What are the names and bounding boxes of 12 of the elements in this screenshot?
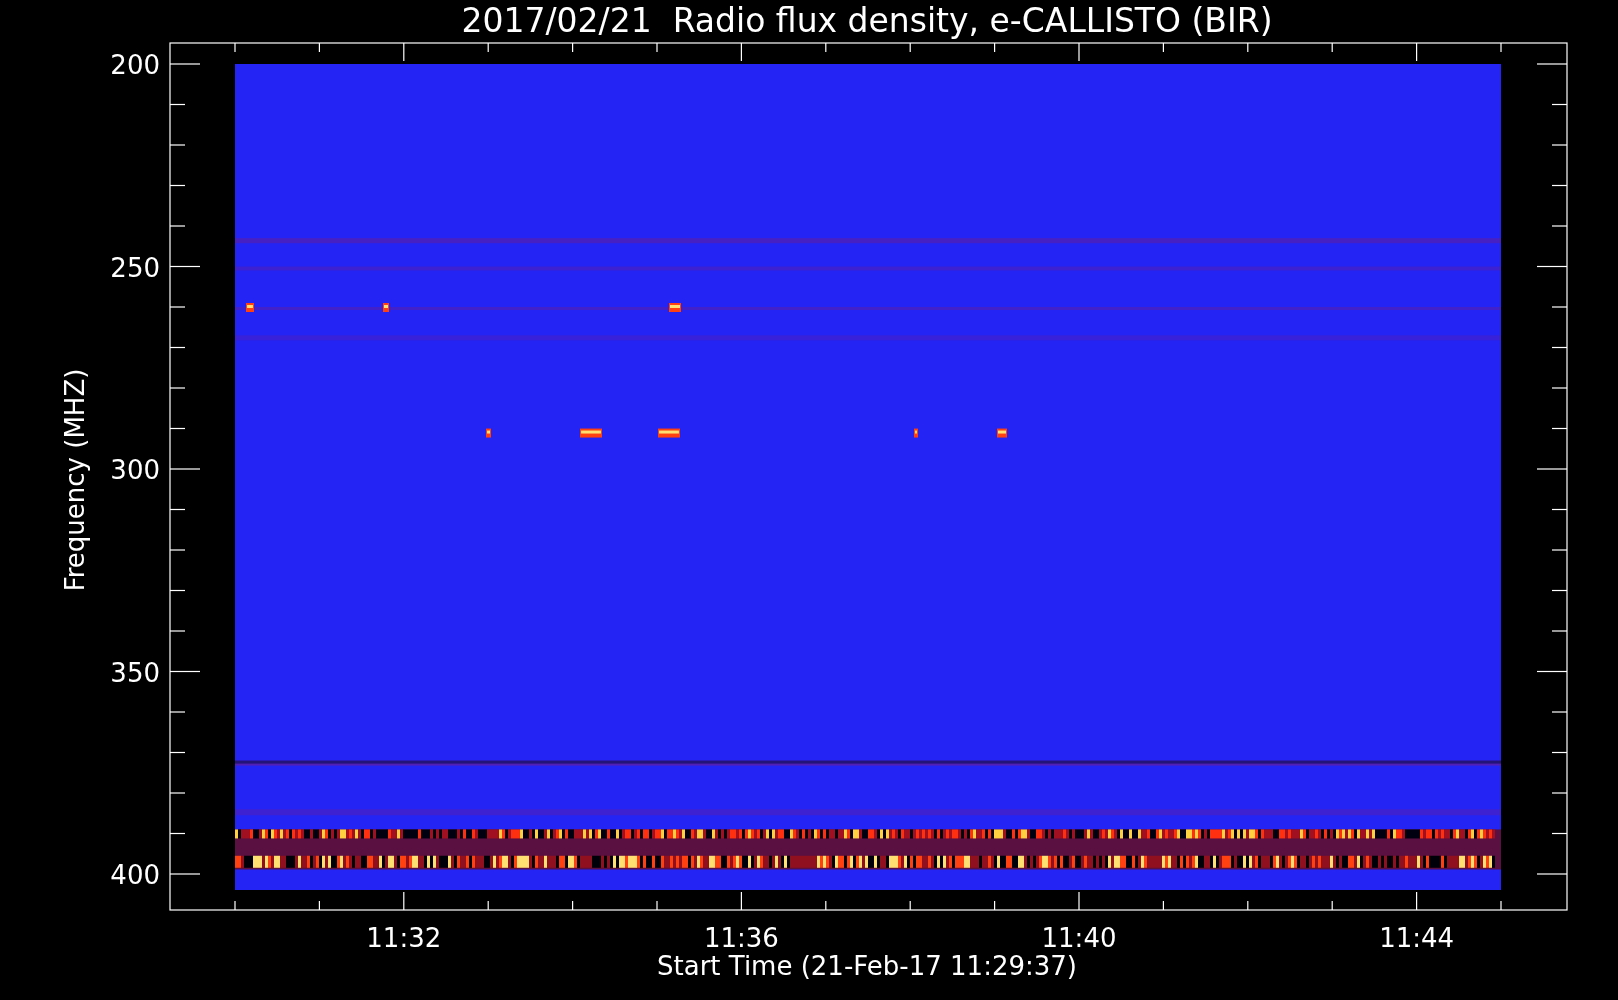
y-tick-label: 300	[110, 455, 160, 485]
y-axis-label: Frequency (MHZ)	[60, 368, 90, 592]
x-tick-label: 11:32	[366, 923, 442, 953]
x-tick-label: 11:44	[1379, 923, 1455, 953]
y-tick-label: 250	[110, 252, 160, 283]
x-tick-label: 11:40	[1041, 923, 1117, 953]
x-tick-label: 11:36	[703, 923, 779, 953]
x-axis-label: Start Time (21-Feb-17 11:29:37)	[657, 951, 1077, 981]
y-tick-label: 200	[110, 50, 160, 80]
y-tick-label: 350	[110, 657, 160, 688]
chart-title: 2017/02/21 Radio flux density, e-CALLISTO (BIR)	[461, 1, 1273, 40]
y-tick-label: 400	[110, 860, 160, 890]
